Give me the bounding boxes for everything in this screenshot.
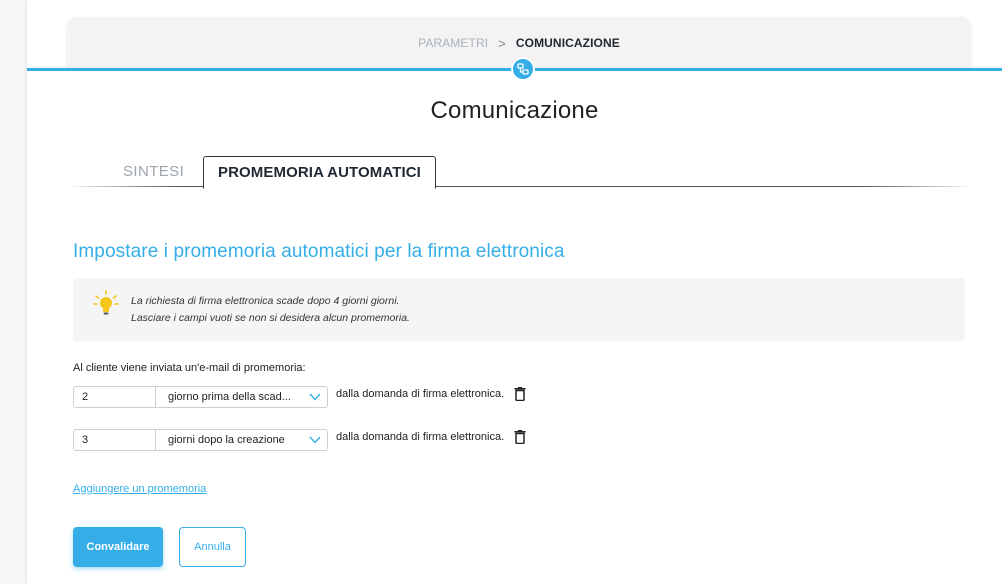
section-title: Impostare i promemoria automatici per la… <box>73 241 565 262</box>
timing-select-value: giorno prima della scad... <box>168 391 291 403</box>
days-input[interactable] <box>73 386 156 408</box>
reminder-label: Al cliente viene inviata un'e-mail di pr… <box>73 362 306 374</box>
tab-promemoria-automatici[interactable]: PROMEMORIA AUTOMATICI <box>203 156 436 189</box>
breadcrumb-current: COMUNICAZIONE <box>515 36 620 50</box>
timing-select[interactable]: giorno prima della scad... <box>156 386 328 408</box>
trash-icon[interactable] <box>514 387 526 401</box>
cancel-button[interactable]: Annulla <box>179 527 246 567</box>
add-reminder-link[interactable]: Aggiungere un promemoria <box>73 483 206 495</box>
reminder-suffix: dalla domanda di firma elettronica. <box>336 388 505 400</box>
trash-icon[interactable] <box>514 430 526 444</box>
chevron-down-icon <box>309 436 321 444</box>
reminder-suffix: dalla domanda di firma elettronica. <box>336 431 505 443</box>
info-box: La richiesta di firma elettronica scade … <box>73 278 965 341</box>
timing-select[interactable]: giorni dopo la creazione <box>156 429 328 451</box>
communication-icon <box>517 63 529 75</box>
main-page: PARAMETRI > COMUNICAZIONE Comunicazione … <box>27 0 1002 584</box>
chevron-down-icon <box>309 393 321 401</box>
tab-sintesi[interactable]: SINTESI <box>123 156 184 186</box>
info-line-2: Lasciare i campi vuoti se non si desider… <box>131 312 410 324</box>
reminder-row: giorno prima della scad... dalla domanda… <box>73 385 526 409</box>
info-text: La richiesta di firma elettronica scade … <box>131 293 410 327</box>
confirm-button[interactable]: Convalidare <box>73 527 163 567</box>
breadcrumb-separator: > <box>498 35 506 51</box>
step-indicator <box>511 57 535 81</box>
page-title: Comunicazione <box>430 97 599 124</box>
timing-select-value: giorni dopo la creazione <box>168 434 285 446</box>
days-input[interactable] <box>73 429 156 451</box>
reminder-row: giorni dopo la creazione dalla domanda d… <box>73 428 526 452</box>
info-line-1: La richiesta di firma elettronica scade … <box>131 295 400 307</box>
breadcrumb-parent[interactable]: PARAMETRI <box>418 36 488 50</box>
lightbulb-icon <box>93 290 119 315</box>
